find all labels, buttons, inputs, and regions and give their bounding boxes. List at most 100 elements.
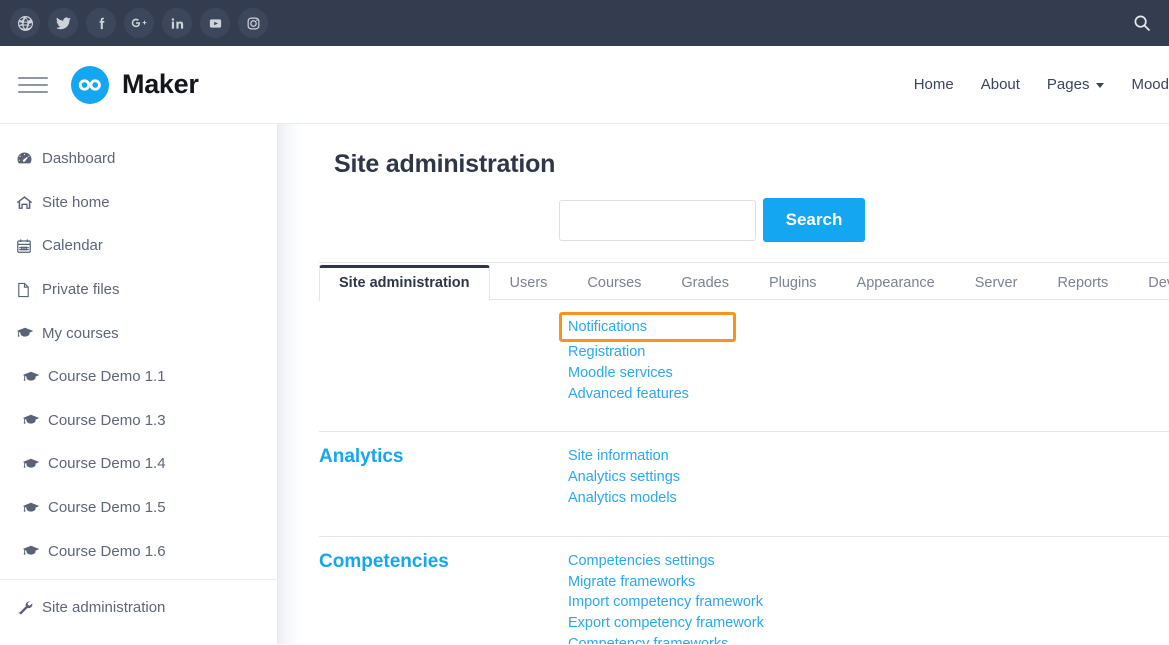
sidebar-item-site-home[interactable]: Site home [0, 181, 277, 225]
section-links: Competencies settings Migrate frameworks… [568, 551, 764, 644]
brand-logo[interactable]: Maker [71, 65, 199, 104]
sidebar-item-course-demo-1-1[interactable]: Course Demo 1.1 [0, 355, 277, 399]
admin-link-competencies-settings[interactable]: Competencies settings [568, 551, 715, 572]
admin-search-form: Search [301, 198, 1169, 242]
admin-link-analytics-models[interactable]: Analytics models [568, 488, 677, 509]
google-plus-icon[interactable] [124, 8, 154, 38]
admin-link-import-competency-framework[interactable]: Import competency framework [568, 592, 763, 613]
graduation-cap-icon [16, 326, 42, 340]
graduation-cap-icon [22, 544, 48, 558]
admin-section-analytics: Analytics Site information Analytics set… [319, 432, 1169, 508]
calendar-icon [16, 238, 42, 254]
sidebar-item-label: Course Demo 1.3 [48, 411, 166, 429]
top-social-bar [0, 0, 1169, 46]
section-links: Site information Analytics settings Anal… [568, 446, 680, 508]
graduation-cap-icon [22, 370, 48, 384]
tab-development[interactable]: Development [1128, 265, 1169, 301]
tab-users[interactable]: Users [490, 265, 568, 301]
graduation-cap-icon [22, 413, 48, 427]
nav-label: Pages [1046, 76, 1090, 93]
sidebar-item-site-administration[interactable]: Site administration [0, 586, 277, 630]
page-body: Dashboard Site home Calendar Private fil… [0, 124, 1169, 644]
admin-link-notifications[interactable]: Notifications [559, 312, 736, 342]
linkedin-icon[interactable] [162, 8, 192, 38]
site-header: Maker Home About Pages Mood [0, 46, 1169, 124]
admin-link-site-information[interactable]: Site information [568, 446, 669, 467]
dashboard-icon [16, 150, 42, 167]
admin-link-registration[interactable]: Registration [568, 342, 645, 363]
globe-icon[interactable] [10, 8, 40, 38]
sidebar-item-label: Course Demo 1.6 [48, 542, 166, 560]
file-icon [16, 282, 42, 298]
nav-item-pages[interactable]: Pages [1047, 76, 1105, 93]
nav-label: Home [913, 76, 954, 93]
sidebar-item-label: Course Demo 1.4 [48, 455, 166, 473]
nav-item-home[interactable]: Home [914, 76, 954, 93]
nav-label: About [980, 76, 1020, 93]
admin-tabs: Site administration Users Courses Grades… [319, 263, 1169, 301]
social-links [10, 8, 268, 38]
sidebar-item-dashboard[interactable]: Dashboard [0, 137, 277, 181]
search-input[interactable] [558, 199, 756, 241]
twitter-icon[interactable] [48, 8, 78, 38]
page-title: Site administration [334, 150, 556, 178]
sidebar-item-private-files[interactable]: Private files [0, 268, 277, 312]
admin-link-export-competency-framework[interactable]: Export competency framework [568, 613, 764, 634]
instagram-icon[interactable] [238, 8, 268, 38]
brand-name: Maker [122, 69, 199, 99]
admin-section-general: Notifications Registration Moodle servic… [319, 301, 1169, 404]
tab-plugins[interactable]: Plugins [749, 265, 837, 301]
admin-link-advanced-features[interactable]: Advanced features [568, 384, 689, 405]
hamburger-menu-icon[interactable] [18, 68, 52, 102]
section-title [319, 315, 568, 404]
tab-reports[interactable]: Reports [1037, 265, 1128, 301]
tab-site-administration[interactable]: Site administration [319, 265, 490, 301]
youtube-icon[interactable] [200, 8, 230, 38]
sidebar-item-label: Course Demo 1.5 [48, 499, 166, 517]
sidebar-item-course-demo-1-3[interactable]: Course Demo 1.3 [0, 399, 277, 443]
sidebar-item-label: Calendar [42, 237, 103, 255]
section-title-competencies: Competencies [319, 550, 449, 572]
admin-link-competency-frameworks[interactable]: Competency frameworks [568, 634, 728, 644]
nav-item-moodle[interactable]: Mood [1131, 76, 1169, 93]
tab-grades[interactable]: Grades [661, 265, 749, 301]
chevron-down-icon [1096, 83, 1105, 88]
main-content: Site administration Search Site administ… [301, 124, 1169, 644]
admin-link-moodle-services[interactable]: Moodle services [568, 363, 673, 384]
primary-navigation: Home About Pages Mood [914, 76, 1169, 93]
sidebar-item-label: Private files [42, 281, 120, 299]
tab-appearance[interactable]: Appearance [837, 265, 955, 301]
home-icon [16, 194, 42, 211]
search-button[interactable]: Search [762, 198, 866, 242]
tab-server[interactable]: Server [955, 265, 1038, 301]
sidebar-item-course-demo-1-6[interactable]: Course Demo 1.6 [0, 529, 277, 573]
infinity-icon [71, 65, 109, 104]
admin-link-migrate-frameworks[interactable]: Migrate frameworks [568, 572, 695, 593]
section-links: Notifications Registration Moodle servic… [559, 312, 736, 405]
sidebar-item-label: Dashboard [42, 150, 116, 168]
sidebar-navigation: Dashboard Site home Calendar Private fil… [0, 124, 277, 644]
sidebar-item-label: Course Demo 1.1 [48, 368, 166, 386]
tab-courses[interactable]: Courses [567, 265, 661, 301]
facebook-icon[interactable] [86, 8, 116, 38]
nav-label: Mood [1131, 76, 1169, 93]
admin-link-analytics-settings[interactable]: Analytics settings [568, 467, 680, 488]
wrench-icon [16, 599, 42, 616]
admin-section-competencies: Competencies Competencies settings Migra… [319, 537, 1169, 644]
nav-item-about[interactable]: About [981, 76, 1020, 93]
section-title-analytics: Analytics [319, 446, 404, 468]
sidebar-item-course-demo-1-5[interactable]: Course Demo 1.5 [0, 486, 277, 530]
sidebar-item-calendar[interactable]: Calendar [0, 224, 277, 268]
sidebar-divider [0, 578, 277, 580]
sidebar-item-label: Site home [42, 193, 110, 211]
graduation-cap-icon [22, 457, 48, 471]
graduation-cap-icon [22, 501, 48, 515]
search-icon[interactable] [1129, 10, 1155, 36]
sidebar-item-label: Site administration [42, 599, 166, 617]
sidebar-item-course-demo-1-4[interactable]: Course Demo 1.4 [0, 442, 277, 486]
sidebar-item-label: My courses [42, 324, 119, 342]
sidebar-gutter [277, 124, 301, 644]
sidebar-item-my-courses[interactable]: My courses [0, 311, 277, 355]
